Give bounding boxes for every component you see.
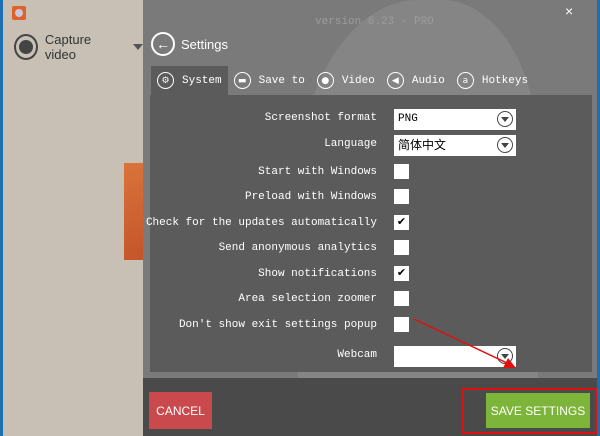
setting-preload-with-windows: Preload with Windows — [150, 188, 592, 208]
setting-send-analytics: Send anonymous analytics — [150, 239, 592, 259]
app-logo-icon — [12, 6, 26, 20]
version-label: version 6.23 - PRO — [315, 16, 434, 28]
sidebar: Capture video — [3, 0, 146, 436]
settings-window: version 6.23 - PRO × ← Settings ⚙ System … — [143, 0, 597, 436]
key-icon: a — [456, 72, 474, 89]
footer: CANCEL SAVE SETTINGS — [143, 378, 597, 436]
setting-check-updates: Check for the updates automatically ✔ — [146, 214, 592, 234]
cancel-button[interactable]: CANCEL — [149, 392, 212, 429]
setting-label: Start with Windows — [258, 166, 377, 178]
tab-label: Video — [341, 74, 375, 87]
setting-language: Language 简体中文 — [150, 135, 592, 156]
setting-webcam: Webcam — [150, 346, 592, 367]
record-icon: ● — [316, 72, 334, 89]
select-value: PNG — [398, 113, 418, 125]
area-zoomer-checkbox[interactable] — [394, 291, 409, 306]
tab-label: Hotkeys — [481, 74, 529, 87]
record-icon — [14, 34, 38, 60]
send-analytics-checkbox[interactable] — [394, 240, 409, 255]
language-select[interactable]: 简体中文 — [394, 135, 516, 156]
gears-icon: ⚙ — [157, 72, 174, 89]
system-settings-panel: Screenshot format PNG Language 简体中文 Star… — [146, 95, 592, 372]
capture-mode-label: Capture video — [44, 32, 92, 62]
setting-label: Language — [324, 138, 377, 150]
speaker-icon: ◀ — [386, 72, 404, 89]
folder-icon: ▬ — [233, 72, 251, 89]
webcam-select[interactable] — [394, 346, 516, 367]
setting-label: Screenshot format — [264, 112, 377, 124]
setting-exit-popup: Don't show exit settings popup — [150, 316, 592, 336]
back-arrow-icon: ← — [151, 32, 175, 56]
chevron-down-icon — [497, 348, 513, 364]
setting-show-notifications: Show notifications ✔ — [150, 265, 592, 285]
start-with-windows-checkbox[interactable] — [394, 164, 409, 179]
capture-mode-dropdown[interactable]: Capture video — [14, 32, 143, 62]
exit-popup-checkbox[interactable] — [394, 317, 409, 332]
tab-label: Save to — [258, 74, 305, 87]
setting-label: Webcam — [337, 349, 377, 361]
select-value: 简体中文 — [398, 138, 447, 152]
tab-audio[interactable]: ◀ Audio — [381, 66, 451, 95]
setting-label: Don't show exit settings popup — [178, 319, 377, 331]
setting-start-with-windows: Start with Windows — [150, 163, 592, 183]
show-notifications-checkbox[interactable]: ✔ — [394, 266, 409, 281]
close-icon[interactable]: × — [565, 3, 573, 19]
page-title: Settings — [181, 36, 228, 52]
setting-label: Area selection zoomer — [238, 293, 377, 305]
setting-label: Send anonymous analytics — [218, 242, 377, 254]
check-updates-checkbox[interactable]: ✔ — [394, 215, 409, 230]
screenshot-format-select[interactable]: PNG — [394, 109, 516, 130]
tab-label: System — [182, 74, 222, 87]
back-button[interactable]: ← Settings — [151, 32, 228, 56]
setting-area-zoomer: Area selection zoomer — [150, 290, 592, 310]
save-settings-button[interactable]: SAVE SETTINGS — [486, 393, 590, 428]
chevron-down-icon — [497, 111, 513, 127]
preload-with-windows-checkbox[interactable] — [394, 189, 409, 204]
chevron-down-icon — [497, 137, 513, 153]
settings-tabs: ⚙ System ▬ Save to ● Video ◀ Audio a Hotkeys — [151, 66, 534, 95]
setting-screenshot-format: Screenshot format PNG — [150, 109, 592, 130]
chevron-down-icon — [133, 44, 143, 50]
tab-video[interactable]: ● Video — [311, 66, 381, 95]
setting-label: Check for the updates automatically — [145, 217, 377, 229]
tab-system[interactable]: ⚙ System — [151, 66, 228, 95]
setting-label: Show notifications — [258, 268, 377, 280]
tab-hotkeys[interactable]: a Hotkeys — [451, 66, 534, 95]
tab-label: Audio — [411, 74, 445, 87]
tab-save-to[interactable]: ▬ Save to — [228, 66, 311, 95]
setting-label: Preload with Windows — [244, 191, 377, 203]
